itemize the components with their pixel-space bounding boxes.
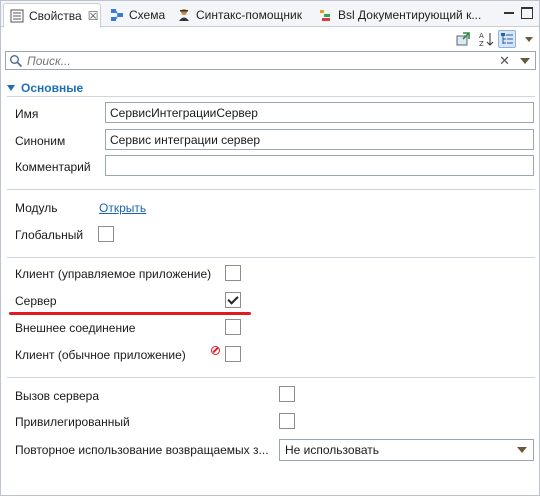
divider [7,96,535,97]
open-module-link[interactable]: Открыть [99,201,146,215]
schema-icon [110,8,124,22]
comment-label: Комментарий [15,160,91,174]
svg-text:A: A [479,32,484,40]
server-call-label: Вызов сервера [15,389,99,403]
tab-bsl-doc[interactable]: Bsl Документирующий к... [313,3,481,27]
clear-icon[interactable]: ✕ [499,53,510,69]
privileged-checkbox[interactable] [279,413,295,429]
name-label: Имя [15,107,39,121]
comment-field[interactable] [105,155,534,176]
properties-panel: Свойства ☒ Схема Синтакс-помощник Bsl До… [0,0,540,496]
tab-label: Свойства [29,8,82,23]
tab-properties[interactable]: Свойства ☒ [3,3,101,28]
chevron-down-icon[interactable] [517,447,527,453]
synonym-label: Синоним [15,134,66,148]
global-checkbox[interactable] [98,226,114,242]
syntax-helper-icon [177,8,191,22]
search-options-icon[interactable] [520,58,530,64]
module-label: Модуль [15,201,58,215]
search-input[interactable] [27,53,487,68]
toolbar: AZ [1,27,539,49]
highlight-underline [9,312,251,315]
section-title: Основные [21,81,84,95]
external-connection-label: Внешнее соединение [15,321,136,335]
categories-icon[interactable] [498,30,516,48]
search-box: ✕ [5,51,536,70]
bsl-doc-icon [319,8,333,22]
server-label: Сервер [15,294,57,308]
reuse-select-value: Не использовать [285,443,379,457]
global-label: Глобальный [15,228,84,242]
external-connection-checkbox[interactable] [225,319,241,335]
privileged-label: Привилегированный [15,415,130,429]
server-call-checkbox[interactable] [279,386,295,402]
minimize-icon[interactable] [503,7,515,19]
divider [7,189,535,190]
reuse-label: Повторное использование возвращаемых з..… [15,443,269,457]
client-managed-checkbox[interactable] [225,265,241,281]
divider [7,377,535,378]
tab-schema[interactable]: Схема [104,3,170,27]
maximize-icon[interactable] [521,7,533,19]
sort-az-icon[interactable]: AZ [477,30,495,48]
client-ordinary-label: Клиент (обычное приложение) [15,348,186,362]
properties-icon [10,9,24,23]
unavailable-icon [211,346,220,355]
close-icon[interactable]: ☒ [88,9,99,23]
synonym-field[interactable] [105,129,534,150]
tab-label: Синтакс-помощник [196,8,302,22]
name-field[interactable] [105,102,534,123]
tab-syntax-helper[interactable]: Синтакс-помощник [171,3,311,27]
section-header[interactable]: Основные [7,81,83,95]
client-managed-label: Клиент (управляемое приложение) [15,267,212,281]
tab-bar: Свойства ☒ Схема Синтакс-помощник Bsl До… [1,1,539,28]
server-checkbox[interactable] [225,292,241,308]
tab-label: Схема [129,8,166,22]
reuse-select[interactable]: Не использовать [279,439,534,461]
collapse-icon[interactable] [7,85,15,91]
open-in-editor-icon[interactable] [454,30,472,48]
tab-label: Bsl Документирующий к... [338,8,481,22]
divider [7,257,535,258]
search-icon [9,54,23,68]
svg-text:Z: Z [479,40,484,48]
client-ordinary-checkbox[interactable] [225,346,241,362]
view-menu-icon[interactable] [520,30,538,48]
